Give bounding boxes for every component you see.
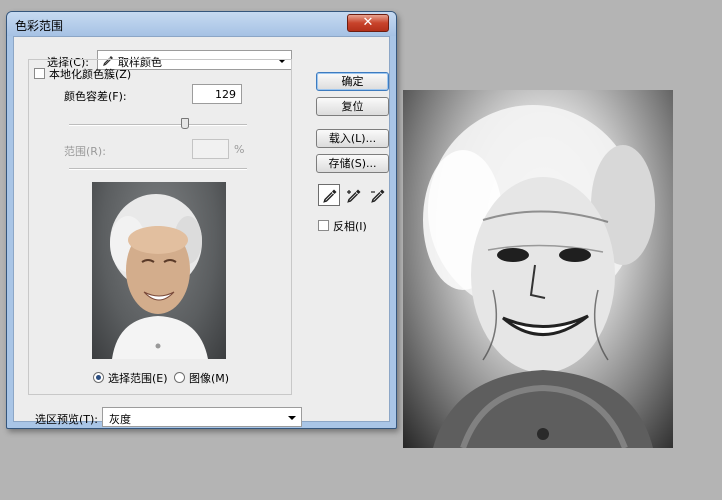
- invert-checkbox[interactable]: [318, 220, 329, 231]
- eyedropper-add-tool[interactable]: [342, 184, 364, 206]
- elderly-woman-portrait: [110, 194, 208, 359]
- fuzziness-slider-track[interactable]: [69, 124, 247, 126]
- range-input[interactable]: [192, 139, 229, 159]
- range-unit: %: [234, 143, 245, 156]
- range-label: 范围(R):: [64, 145, 106, 158]
- image-view-label[interactable]: 图像(M): [189, 370, 229, 386]
- options-group: 本地化颜色簇(Z) 颜色容差(F): 129 范围(R): % 选择范围(E) …: [28, 59, 292, 395]
- selection-preview-value: 灰度: [109, 413, 131, 426]
- ok-button[interactable]: 确定: [316, 72, 389, 91]
- fuzziness-slider-thumb[interactable]: [180, 118, 189, 129]
- close-icon: ✕: [362, 15, 374, 30]
- fuzziness-input[interactable]: 129: [192, 84, 242, 104]
- localized-clusters-checkbox[interactable]: [34, 68, 45, 79]
- eyedropper-subtract-tool[interactable]: [366, 184, 388, 206]
- elderly-woman-mask: [423, 105, 655, 448]
- dialog-title: 色彩范围: [15, 19, 64, 33]
- range-slider-track[interactable]: [69, 168, 247, 170]
- image-view-radio[interactable]: [174, 372, 185, 383]
- close-button[interactable]: ✕: [347, 14, 389, 32]
- dialog-titlebar[interactable]: 色彩范围 ✕: [7, 12, 396, 36]
- selection-preview-dropdown[interactable]: 灰度: [102, 407, 302, 427]
- preview-image: [92, 182, 226, 359]
- chevron-down-icon: [288, 416, 296, 420]
- color-range-dialog: 色彩范围 ✕ 选择(C): 取样颜色 本地化颜色簇(Z) 颜色容差(F): 12…: [6, 11, 397, 429]
- localized-clusters-label[interactable]: 本地化颜色簇(Z): [49, 66, 131, 82]
- reset-button[interactable]: 复位: [316, 97, 389, 116]
- eyedropper-plus-icon: [347, 189, 361, 203]
- selection-view-radio[interactable]: [93, 372, 104, 383]
- fuzziness-label: 颜色容差(F):: [64, 90, 127, 103]
- save-button[interactable]: 存储(S)...: [316, 154, 389, 173]
- selection-preview-label: 选区预览(T):: [35, 413, 99, 426]
- selection-mask-image: [403, 90, 673, 448]
- selection-view-label[interactable]: 选择范围(E): [108, 370, 168, 386]
- invert-label[interactable]: 反相(I): [333, 218, 367, 234]
- eyedropper-minus-icon: [371, 189, 385, 203]
- load-button[interactable]: 载入(L)...: [316, 129, 389, 148]
- eyedropper-tool[interactable]: [318, 184, 340, 206]
- dialog-body: 选择(C): 取样颜色 本地化颜色簇(Z) 颜色容差(F): 129 范围(R)…: [13, 36, 390, 427]
- eyedropper-icon: [323, 189, 337, 203]
